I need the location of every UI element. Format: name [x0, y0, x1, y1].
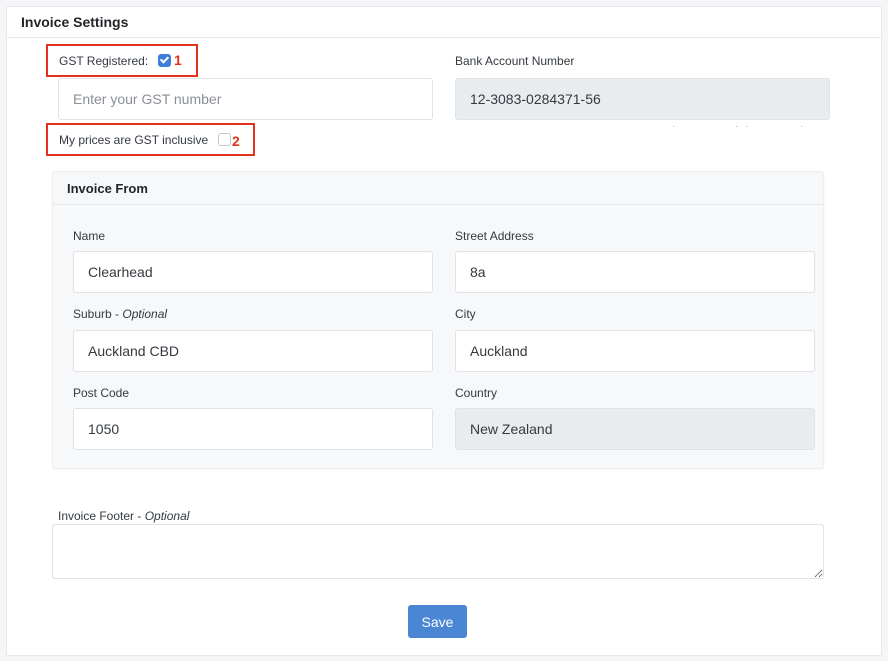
page-title: Invoice Settings	[21, 14, 129, 30]
annotation-box-2	[46, 123, 255, 156]
decorative-dots: ·	[800, 121, 806, 132]
suburb-label: Suburb	[73, 307, 112, 321]
bank-account-field	[455, 78, 830, 120]
save-button[interactable]: Save	[408, 605, 467, 638]
invoice-footer-optional: Optional	[144, 509, 190, 523]
invoice-footer-textarea[interactable]	[52, 524, 824, 579]
invoice-from-header: Invoice From	[53, 172, 823, 205]
city-label: City	[455, 307, 476, 321]
city-input[interactable]	[455, 330, 815, 372]
name-label: Name	[73, 229, 106, 243]
country-field	[455, 408, 815, 450]
post-code-input[interactable]	[73, 408, 433, 450]
invoice-from-title: Invoice From	[67, 181, 148, 196]
suburb-optional: Optional	[122, 307, 168, 321]
decorative-dots: · ·	[735, 121, 751, 132]
gst-number-input[interactable]	[58, 78, 433, 120]
name-input[interactable]	[73, 251, 433, 293]
suburb-label-row: Suburb - Optional	[73, 307, 168, 321]
annotation-number-1: 1	[174, 52, 182, 68]
invoice-footer-label: Invoice Footer	[58, 509, 135, 523]
street-address-input[interactable]	[455, 251, 815, 293]
annotation-number-2: 2	[232, 133, 240, 149]
suburb-input[interactable]	[73, 330, 433, 372]
bank-account-label: Bank Account Number	[455, 54, 575, 68]
decorative-dots: ·	[672, 121, 678, 132]
street-address-label: Street Address	[455, 229, 534, 243]
post-code-label: Post Code	[73, 386, 130, 400]
card-header: Invoice Settings	[7, 7, 881, 38]
invoice-footer-label-row: Invoice Footer - Optional	[58, 509, 190, 523]
country-label: Country	[455, 386, 498, 400]
